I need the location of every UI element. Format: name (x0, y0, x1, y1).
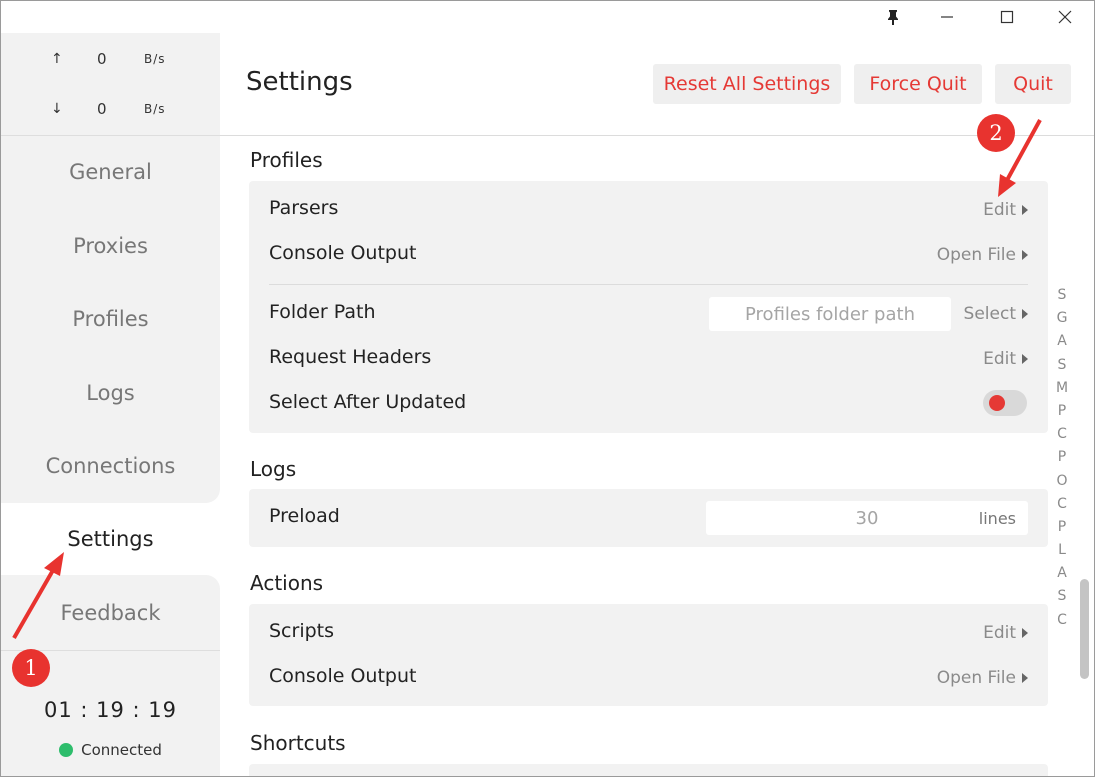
sidebar-item-profiles[interactable]: Profiles (1, 294, 220, 344)
upload-speed: ↑ 0 B/s (1, 46, 220, 72)
shortcuts-card (249, 764, 1048, 776)
index-letter[interactable]: S (1051, 287, 1073, 310)
upload-arrow-icon: ↑ (51, 51, 63, 67)
download-arrow-icon: ↓ (51, 101, 63, 117)
folder-path-select-button[interactable]: Select (964, 304, 1028, 324)
preload-value: 30 (855, 507, 879, 529)
index-letter[interactable]: A (1051, 333, 1073, 356)
scrollbar-thumb[interactable] (1080, 579, 1089, 679)
maximize-icon[interactable] (979, 1, 1035, 33)
minimize-icon[interactable] (919, 1, 975, 33)
profiles-card: Parsers Edit Console Output Open File Fo… (249, 181, 1048, 433)
select-after-updated-toggle[interactable] (983, 390, 1027, 416)
caret-right-icon (1022, 250, 1028, 260)
preload-input[interactable]: 30 lines (706, 501, 1028, 535)
quit-button[interactable]: Quit (995, 64, 1071, 104)
actions-console-output-open-label: Open File (936, 668, 1016, 688)
index-letter[interactable]: O (1051, 473, 1073, 496)
uptime-timer: 01 : 19 : 19 (43, 698, 178, 722)
parsers-edit-button[interactable]: Edit (983, 200, 1028, 220)
download-speed: ↓ 0 B/s (1, 96, 220, 122)
caret-right-icon (1022, 673, 1028, 683)
close-icon[interactable] (1037, 1, 1093, 33)
folder-path-label: Folder Path (269, 301, 376, 323)
select-after-updated-label: Select After Updated (269, 391, 467, 413)
app-window: ↑ 0 B/s ↓ 0 B/s General Proxies Profiles… (0, 0, 1095, 777)
logs-card: Preload 30 lines (249, 489, 1048, 547)
sidebar-item-logs[interactable]: Logs (1, 368, 220, 418)
caret-right-icon (1022, 205, 1028, 215)
folder-path-input[interactable]: Profiles folder path (709, 297, 951, 331)
console-output-open-label: Open File (936, 245, 1016, 265)
section-index: S G A S M P C P O C P L A S C (1051, 287, 1073, 635)
download-unit: B/s (144, 102, 166, 116)
toggle-knob (989, 395, 1005, 411)
card-divider (269, 284, 1028, 285)
index-letter[interactable]: P (1051, 449, 1073, 472)
scripts-edit-label: Edit (983, 623, 1016, 643)
folder-path-select-label: Select (963, 304, 1016, 324)
upload-value: 0 (97, 50, 107, 68)
status-dot-icon (59, 743, 74, 757)
traffic-monitor: ↑ 0 B/s ↓ 0 B/s (1, 33, 220, 135)
actions-console-output-label: Console Output (269, 665, 417, 687)
section-title-profiles: Profiles (250, 148, 323, 172)
request-headers-label: Request Headers (269, 346, 432, 368)
index-letter[interactable]: C (1051, 612, 1073, 635)
request-headers-edit-button[interactable]: Edit (983, 349, 1028, 369)
upload-unit: B/s (144, 52, 166, 66)
index-letter[interactable]: P (1051, 519, 1073, 542)
page-title: Settings (246, 67, 353, 97)
section-title-logs: Logs (250, 457, 297, 481)
sidebar-item-feedback[interactable]: Feedback (1, 588, 220, 638)
scripts-edit-button[interactable]: Edit (983, 623, 1028, 643)
actions-card: Scripts Edit Console Output Open File (249, 604, 1048, 706)
index-letter[interactable]: C (1051, 426, 1073, 449)
index-letter[interactable]: P (1051, 403, 1073, 426)
page-header: Settings Reset All Settings Force Quit Q… (220, 33, 1094, 136)
index-letter[interactable]: G (1051, 310, 1073, 333)
index-letter[interactable]: L (1051, 542, 1073, 565)
annotation-badge-1: 1 (12, 649, 50, 687)
annotation-badge-2: 2 (977, 114, 1015, 152)
connection-status: Connected (1, 741, 220, 759)
actions-console-output-open-button[interactable]: Open File (937, 668, 1028, 688)
caret-right-icon (1022, 309, 1028, 319)
section-title-actions: Actions (250, 571, 324, 595)
sidebar-divider (1, 135, 220, 136)
console-output-open-button[interactable]: Open File (937, 245, 1028, 265)
download-value: 0 (97, 100, 107, 118)
preload-unit: lines (978, 508, 1016, 528)
parsers-label: Parsers (269, 197, 339, 219)
force-quit-button[interactable]: Force Quit (854, 64, 982, 104)
reset-all-settings-button[interactable]: Reset All Settings (653, 64, 841, 104)
index-letter[interactable]: A (1051, 565, 1073, 588)
sidebar-item-settings[interactable]: Settings (1, 514, 220, 564)
caret-right-icon (1022, 354, 1028, 364)
console-output-label: Console Output (269, 242, 417, 264)
caret-right-icon (1022, 628, 1028, 638)
index-letter[interactable]: S (1051, 357, 1073, 380)
index-letter[interactable]: S (1051, 588, 1073, 611)
sidebar-item-proxies[interactable]: Proxies (1, 221, 220, 271)
sidebar-item-connections[interactable]: Connections (1, 441, 220, 491)
scripts-label: Scripts (269, 620, 335, 642)
status-label: Connected (81, 741, 162, 759)
request-headers-edit-label: Edit (983, 349, 1016, 369)
pin-icon[interactable] (865, 1, 921, 33)
section-title-shortcuts: Shortcuts (250, 731, 346, 755)
preload-label: Preload (269, 505, 340, 527)
parsers-edit-label: Edit (983, 200, 1016, 220)
index-letter[interactable]: M (1051, 380, 1073, 403)
sidebar-item-general[interactable]: General (1, 147, 220, 197)
index-letter[interactable]: C (1051, 496, 1073, 519)
settings-content: Profiles Parsers Edit Console Output Ope… (220, 136, 1094, 776)
